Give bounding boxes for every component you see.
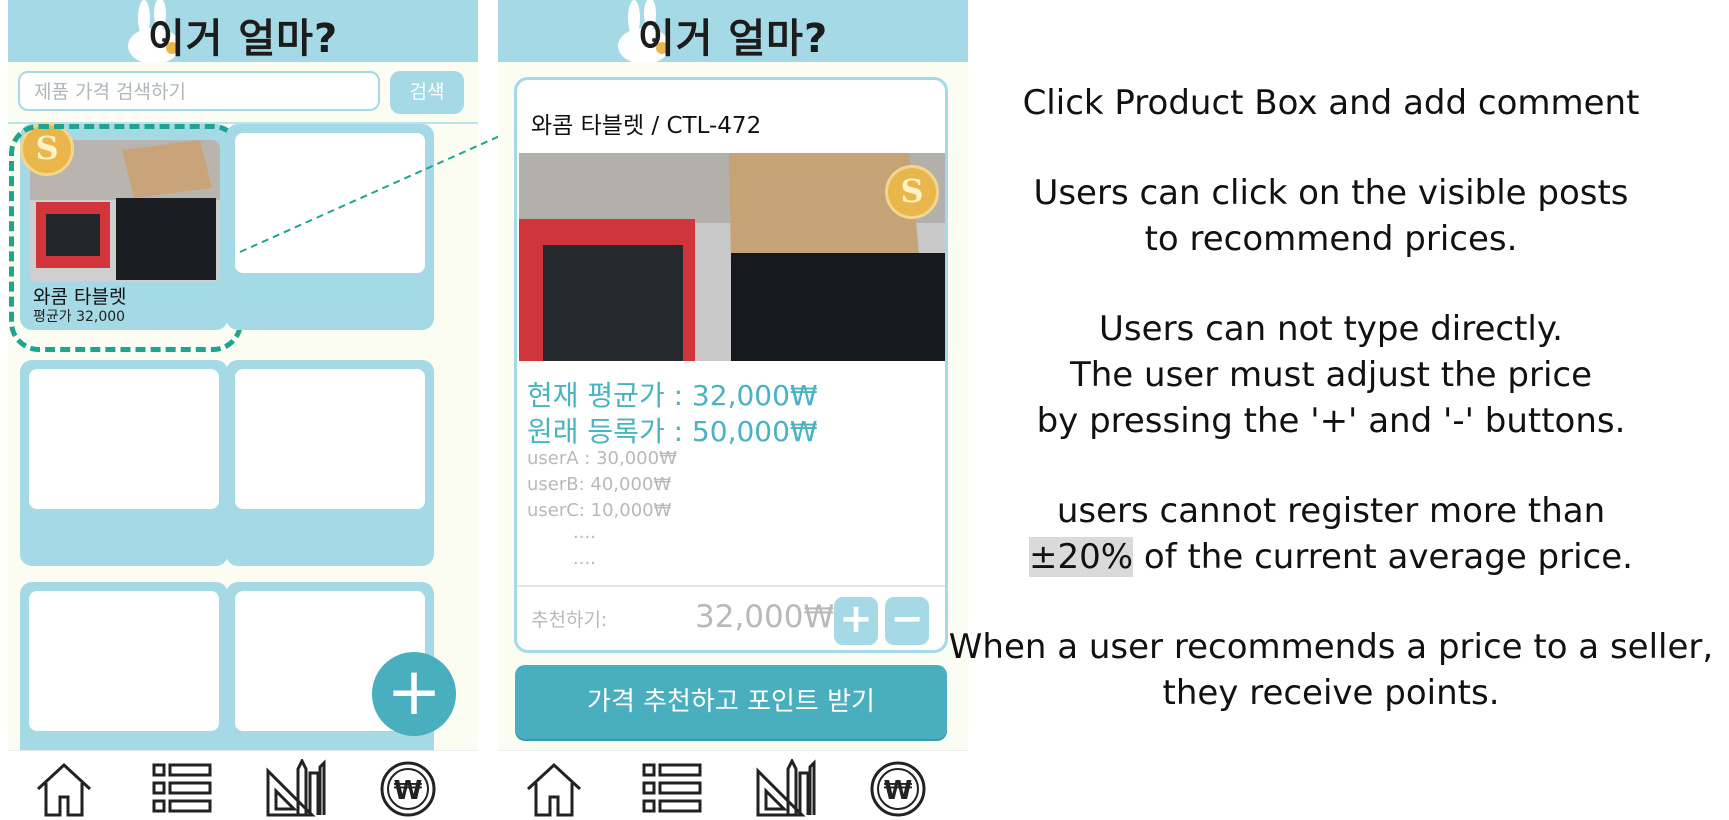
annotation-line: they receive points. — [1162, 673, 1500, 713]
annotation-title: Click Product Box and add comment — [1022, 83, 1640, 123]
recommend-price-value: 32,000₩ — [695, 599, 835, 635]
annotation-line: ±20% of the current average price. — [940, 534, 1722, 580]
annotation-highlight: ±20% — [1029, 537, 1134, 577]
coin-badge-icon: S — [885, 165, 939, 219]
price-comment: userB: 40,000₩ — [527, 474, 672, 495]
detail-screen: 이거 얼마? 와콤 타블렛 / CTL-472 S 현재 평균가 : 32,00… — [498, 0, 968, 820]
svg-text:₩: ₩ — [884, 776, 913, 806]
original-price: 원래 등록가 : 50,000₩ — [527, 415, 818, 448]
product-title: 와콤 타블렛 / CTL-472 — [531, 113, 762, 139]
bottom-nav: ₩ — [498, 750, 968, 820]
price-comment: userC: 10,000₩ — [527, 500, 672, 521]
annotation-text: of the current average price. — [1133, 537, 1633, 577]
annotation-line: users cannot register more than — [1056, 491, 1606, 531]
annotation-paragraph: Users can click on the visible posts to … — [940, 170, 1722, 262]
annotation-line: Users can click on the visible posts — [1033, 173, 1629, 213]
app-header: 이거 얼마? — [498, 0, 968, 62]
product-photo: S — [519, 153, 945, 361]
won-coin-icon[interactable]: ₩ — [866, 759, 930, 819]
more-comments: .... — [573, 548, 596, 569]
more-comments: .... — [573, 522, 596, 543]
annotation-paragraph: When a user recommends a price to a sell… — [940, 624, 1722, 716]
annotation-paragraph: users cannot register more than ±20% of … — [940, 488, 1722, 580]
recommend-price-submit-button[interactable]: 가격 추천하고 포인트 받기 — [515, 665, 947, 739]
tablet-box-photo — [519, 153, 945, 361]
decrease-price-button[interactable]: − — [885, 597, 929, 645]
annotation-line: to recommend prices. — [1144, 219, 1518, 259]
annotation-line: Users can not type directly. — [1099, 309, 1563, 349]
recommend-label: 추천하기: — [531, 609, 608, 631]
product-detail-card: 와콤 타블렛 / CTL-472 S 현재 평균가 : 32,000₩ 원래 등… — [514, 77, 948, 653]
annotation-paragraph: Users can not type directly. The user mu… — [940, 306, 1722, 444]
increase-price-button[interactable]: + — [834, 597, 878, 645]
current-average-price: 현재 평균가 : 32,000₩ — [527, 379, 818, 412]
annotation-line: When a user recommends a price to a sell… — [948, 627, 1714, 667]
tools-icon[interactable] — [754, 759, 818, 819]
recommend-row: 추천하기: 32,000₩ + − — [517, 585, 945, 650]
home-icon[interactable] — [522, 759, 586, 819]
price-comment: userA : 30,000₩ — [527, 448, 677, 469]
annotation-line: by pressing the '+' and '-' buttons. — [1036, 401, 1626, 441]
list-icon[interactable] — [640, 759, 704, 819]
annotation-line: The user must adjust the price — [1069, 355, 1593, 395]
app-title: 이거 얼마? — [637, 16, 829, 62]
